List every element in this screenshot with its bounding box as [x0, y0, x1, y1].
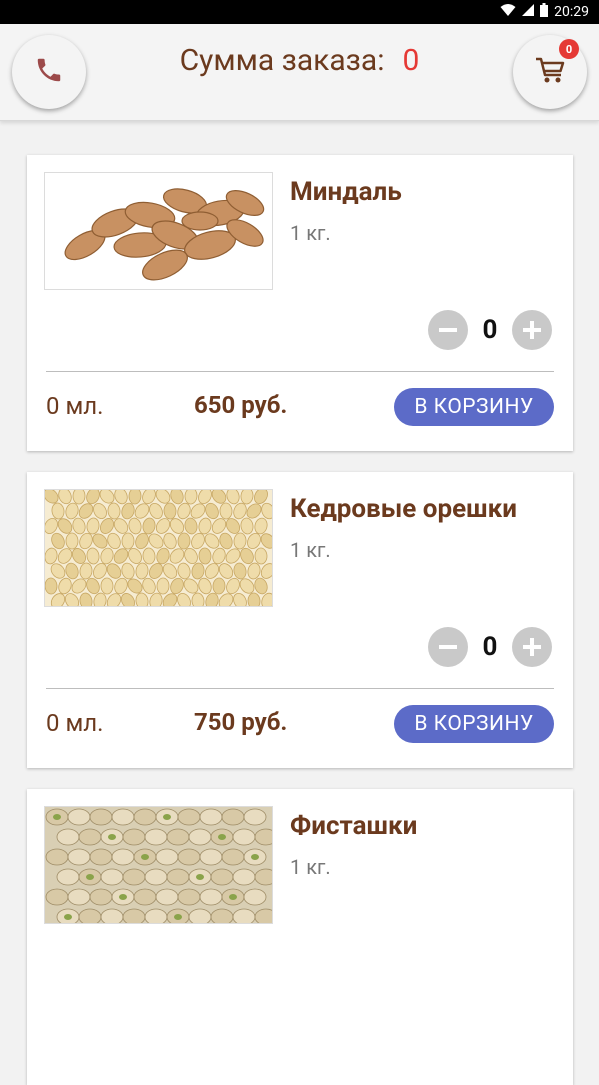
product-price: 650 руб. [194, 391, 288, 419]
quantity-stepper: 0 [428, 310, 552, 350]
cart-count-badge: 0 [559, 39, 579, 59]
product-weight: 1 кг. [290, 221, 331, 245]
wifi-icon [500, 3, 516, 21]
phone-icon [34, 55, 64, 89]
divider [46, 371, 554, 372]
product-image-pistachios [44, 806, 273, 924]
add-to-cart-button[interactable]: В КОРЗИНУ [394, 388, 554, 426]
battery-icon [540, 3, 549, 21]
product-volume: 0 мл. [46, 392, 104, 420]
order-sum-label: Сумма заказа: [179, 43, 385, 78]
product-card: Миндаль 1 кг. 0 0 мл. 650 руб. В КОРЗИНУ [27, 155, 573, 451]
minus-icon [439, 328, 457, 332]
minus-icon [439, 645, 457, 649]
product-weight: 1 кг. [290, 538, 331, 562]
call-button[interactable] [12, 35, 86, 109]
signal-icon [522, 3, 535, 21]
decrease-button[interactable] [428, 627, 468, 667]
status-bar: 20:29 [0, 0, 599, 24]
decrease-button[interactable] [428, 310, 468, 350]
product-image-almonds [44, 172, 273, 290]
order-sum: Сумма заказа: 0 [0, 24, 599, 98]
product-volume: 0 мл. [46, 709, 104, 737]
order-sum-value: 0 [402, 43, 420, 78]
quantity-stepper: 0 [428, 627, 552, 667]
increase-button[interactable] [512, 627, 552, 667]
product-image-pine-nuts [44, 489, 273, 607]
product-title: Миндаль [290, 177, 402, 207]
app-header: Сумма заказа: 0 0 [0, 24, 599, 121]
cart-icon [534, 55, 566, 89]
divider [46, 688, 554, 689]
add-to-cart-button[interactable]: В КОРЗИНУ [394, 705, 554, 743]
cart-button[interactable]: 0 [513, 35, 587, 109]
product-card: Фисташки 1 кг. [27, 789, 573, 1085]
quantity-value: 0 [482, 632, 498, 662]
product-title: Фисташки [290, 811, 418, 841]
quantity-value: 0 [482, 315, 498, 345]
product-weight: 1 кг. [290, 855, 331, 879]
status-time: 20:29 [554, 4, 589, 20]
product-title: Кедровые орешки [290, 494, 517, 524]
product-card: Кедровые орешки 1 кг. 0 0 мл. 750 руб. В… [27, 472, 573, 768]
increase-button[interactable] [512, 310, 552, 350]
product-price: 750 руб. [194, 708, 288, 736]
